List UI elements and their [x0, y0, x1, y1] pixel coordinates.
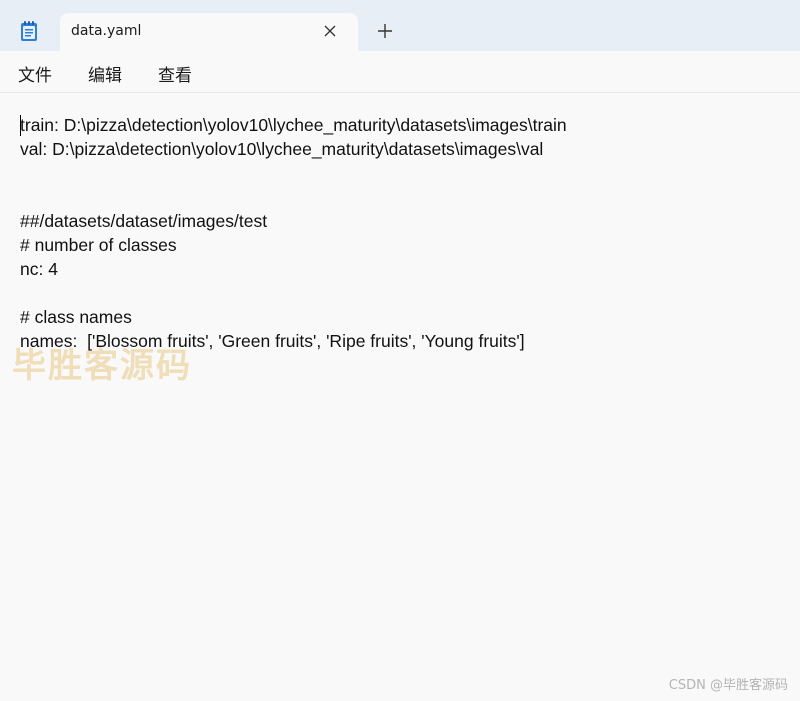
editor-line: nc: 4	[20, 259, 58, 279]
editor-line: ##/datasets/dataset/images/test	[20, 211, 268, 231]
editor-line: # number of classes	[20, 235, 177, 255]
editor-line: names: ['Blossom fruits', 'Green fruits'…	[20, 331, 525, 351]
menu-bar: 文件 编辑 查看	[0, 51, 800, 93]
editor-line: val: D:\pizza\detection\yolov10\lychee_m…	[20, 139, 544, 159]
editor-line: # class names	[20, 307, 132, 327]
notepad-icon	[20, 20, 38, 42]
tab-title: data.yaml	[71, 23, 142, 39]
close-icon[interactable]	[322, 23, 338, 39]
title-bar: data.yaml	[0, 0, 800, 52]
csdn-watermark: CSDN @毕胜客源码	[668, 678, 788, 693]
menu-item-view[interactable]: 查看	[158, 61, 192, 86]
editor-line: train: D:\pizza\detection\yolov10\lychee…	[20, 115, 567, 135]
tab-data-yaml[interactable]: data.yaml	[60, 13, 358, 52]
plus-icon[interactable]	[376, 22, 394, 40]
menu-item-edit[interactable]: 编辑	[88, 61, 122, 86]
text-editor[interactable]: train: D:\pizza\detection\yolov10\lychee…	[0, 94, 800, 701]
menu-item-file[interactable]: 文件	[18, 61, 52, 86]
